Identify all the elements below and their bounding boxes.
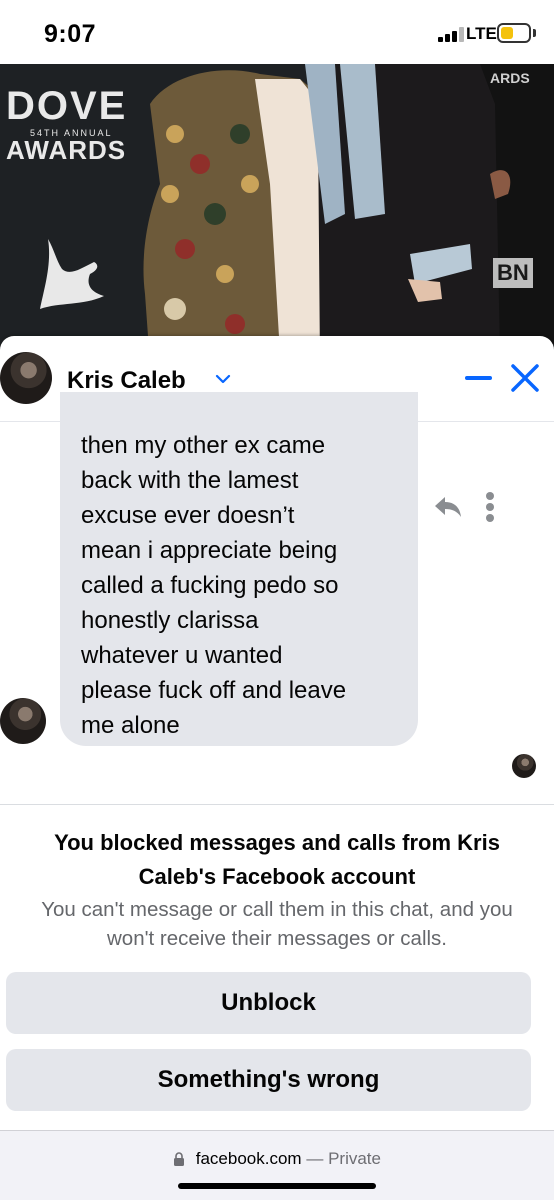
message-bubble[interactable]: then my other ex came back with the lame… [60,392,418,746]
private-mode-label: Private [328,1149,381,1168]
message-line: mean i appreciate being [81,537,338,564]
url-separator: — [306,1149,324,1168]
home-indicator[interactable] [178,1183,376,1189]
blocked-description: You can't message or call them in this c… [41,898,513,950]
battery-icon [497,23,531,43]
more-options-icon[interactable] [480,490,500,524]
message-line: please fuck off and leave [81,677,347,704]
minimize-icon[interactable] [460,363,496,393]
lock-icon [174,1152,185,1166]
status-bar: 9:07 LTE [0,0,554,64]
unblock-button[interactable]: Unblock [6,972,531,1034]
section-divider [0,804,554,805]
sender-avatar[interactable] [0,698,46,744]
screen: 9:07 LTE DOVE 54TH ANNUAL AWARDS ARDS BN… [0,0,554,1200]
close-icon[interactable] [506,359,544,397]
contact-avatar[interactable] [0,352,52,404]
message-text: then my other ex came back with the lame… [81,428,406,743]
battery-cap [533,29,536,37]
status-time: 9:07 [44,20,97,48]
dove-awards-logo: DOVE 54TH ANNUAL AWARDS [6,84,128,165]
backdrop-photo: DOVE 54TH ANNUAL AWARDS ARDS BN [0,64,554,364]
url-domain: facebook.com [195,1149,302,1168]
contact-name[interactable]: Kris Caleb [67,367,186,395]
signal-strength-icon [438,26,464,42]
reply-icon[interactable] [432,494,464,520]
message-line: back with the lamest [81,467,299,494]
logo-word: DOVE [6,84,128,128]
something-wrong-button[interactable]: Something's wrong [6,1049,531,1111]
url-row[interactable]: facebook.com — Private [0,1149,554,1169]
message-line: excuse ever doesn’t [81,502,295,529]
message-line: then my other ex came [81,432,326,459]
message-thread: then my other ex came back with the lame… [0,392,554,804]
backdrop-corner-text: ARDS [490,70,530,86]
logo-awards: AWARDS [6,135,127,165]
chevron-down-icon[interactable] [215,374,231,384]
blocked-title: You blocked messages and calls from Kris… [54,830,500,889]
network-label: LTE [466,24,497,43]
seen-receipt-avatar [512,754,536,778]
message-line: me alone [81,712,180,739]
browser-address-bar[interactable]: facebook.com — Private [0,1130,554,1200]
message-line: honestly clarissa [81,607,259,634]
message-line: whatever u wanted [81,642,283,669]
backdrop-badge: BN [493,258,533,288]
message-line: called a fucking pedo so [81,572,339,599]
